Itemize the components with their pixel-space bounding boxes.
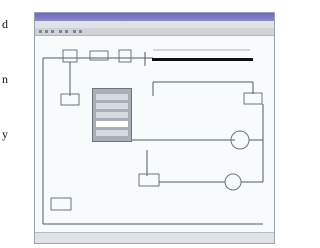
component-7[interactable] <box>50 197 72 211</box>
clipped-document-text: d n y <box>0 0 26 248</box>
panel-row-3[interactable] <box>96 112 128 118</box>
toolbar-button-6[interactable] <box>73 30 76 33</box>
application-window <box>34 12 275 244</box>
status-bar <box>35 232 274 243</box>
component-2[interactable] <box>89 50 109 61</box>
diagram-canvas[interactable] <box>35 36 274 233</box>
text-fragment-1: d <box>2 17 8 31</box>
toolbar-button-7[interactable] <box>79 30 82 33</box>
property-panel[interactable] <box>92 88 132 142</box>
toolbar-button-1[interactable] <box>39 30 42 33</box>
window-title-bar[interactable] <box>35 13 274 21</box>
toolbar-button-5[interactable] <box>65 30 68 33</box>
panel-row-5[interactable] <box>96 130 128 136</box>
lamp-symbol[interactable] <box>224 173 242 191</box>
circuit-diagram <box>42 49 264 225</box>
component-5[interactable] <box>243 92 263 105</box>
menu-bar[interactable] <box>35 21 274 28</box>
panel-row-2[interactable] <box>96 103 128 109</box>
toolbar-button-4[interactable] <box>59 30 62 33</box>
component-1[interactable] <box>62 49 78 63</box>
text-fragment-3: y <box>2 127 8 141</box>
panel-row-1[interactable] <box>96 94 128 100</box>
toolbar-button-2[interactable] <box>45 30 48 33</box>
component-6[interactable] <box>138 173 160 187</box>
text-fragment-2: n <box>2 72 8 86</box>
component-3[interactable] <box>118 49 132 63</box>
toolbar-button-3[interactable] <box>51 30 54 33</box>
bus-bar <box>152 58 253 61</box>
toolbar <box>35 28 274 36</box>
panel-row-selected[interactable] <box>96 121 128 127</box>
